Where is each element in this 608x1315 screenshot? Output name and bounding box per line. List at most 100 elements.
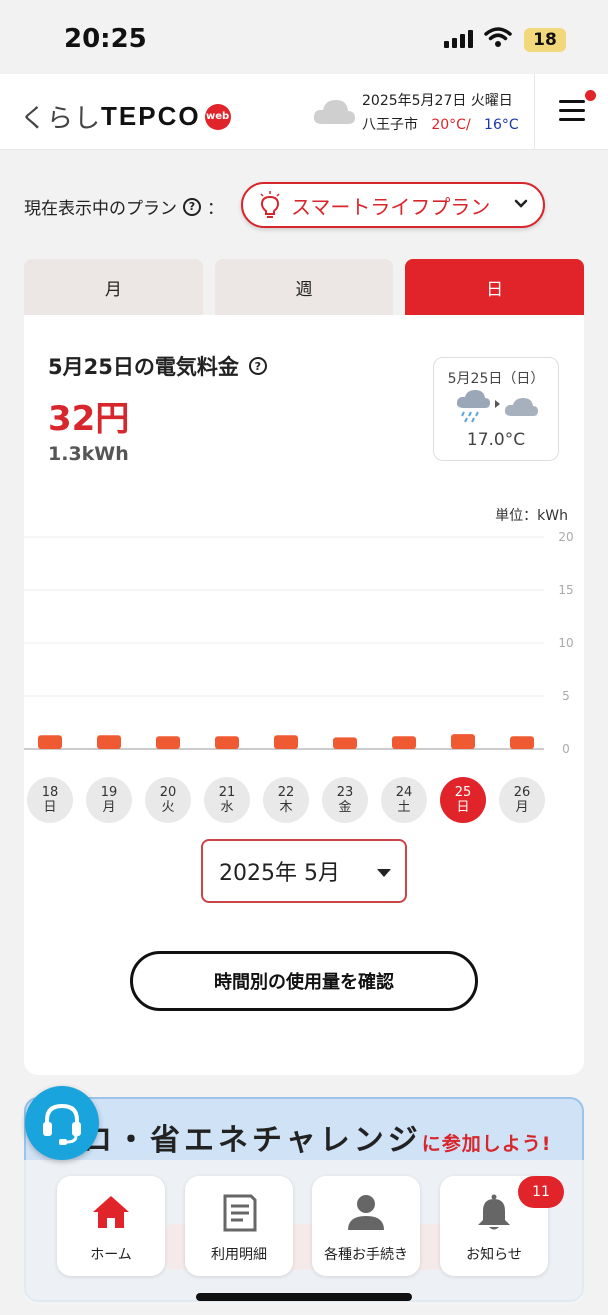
chart-y-tick-label: 15 [558,583,573,597]
day-button-20[interactable]: 20 火 [145,777,191,823]
nav-home-label: ホーム [90,1247,132,1263]
chart-unit-label: 単位：kWh [495,508,568,524]
day-button-26[interactable]: 26 月 [499,777,545,823]
home-icon [93,1196,129,1228]
menu-icon [559,100,585,103]
day-number: 21 [218,785,236,800]
chart-bar[interactable] [156,736,180,749]
headset-icon [43,1103,81,1145]
nav-statements-label: 利用明細 [211,1247,267,1263]
caret-down-icon [377,869,391,877]
status-bar: 20:25 18 [0,0,608,74]
day-button-22[interactable]: 22 木 [263,777,309,823]
chart-bar[interactable] [510,736,534,749]
day-number: 25 [454,785,472,800]
hourly-usage-button[interactable]: 時間別の使用量を確認 [130,951,478,1011]
day-button-18[interactable]: 18 日 [27,777,73,823]
chart-bar[interactable] [333,737,357,749]
cloud-icon [313,100,355,124]
tab-day[interactable]: 日 [405,259,585,315]
month-select-value: 2025年 5月 [219,861,340,886]
rain-cloud-icon [456,390,490,423]
day-number: 19 [100,785,118,800]
chart-bar[interactable] [451,734,475,749]
day-weekday: 月 [515,800,529,815]
chart-y-tick-label: 20 [558,530,573,544]
header-city: 八王子市 [362,117,418,133]
home-indicator [196,1293,412,1301]
cloud-icon [504,398,538,416]
banner-text: ロ・省エネチャレンジに参加しよう! [82,1123,552,1158]
tab-month[interactable]: 月 [24,259,203,315]
day-button-25[interactable]: 25 日 [440,777,486,823]
support-chat-button[interactable] [25,1086,99,1160]
day-weekday: 水 [220,800,234,815]
weather-box: 5月25日（日） 17.0°C [433,357,559,461]
plan-name: スマートライフプラン [291,194,491,219]
chart-bar[interactable] [97,735,121,749]
nav-notifications-label: お知らせ [466,1247,522,1263]
weather-icons [456,390,538,423]
current-plan-label: 現在表示中のプラン ? ： [24,197,224,219]
chevron-down-icon [514,199,528,208]
bill-title: 5月25日の電気料金 ? [48,351,267,381]
day-number: 24 [395,785,413,800]
day-weekday: 月 [102,800,116,815]
battery-indicator: 18 [524,28,566,52]
day-number: 23 [336,785,354,800]
header-temp-low: 16°C [484,117,519,133]
period-tabs: 月 週 日 [24,259,585,315]
logo-brand: TEPCO [101,101,201,131]
day-weekday: 木 [279,800,293,815]
help-icon[interactable]: ? [183,197,201,216]
logo-web-badge: web [204,103,231,130]
nav-home[interactable]: ホーム [57,1176,165,1276]
day-weekday: 金 [338,800,352,815]
chart-bar[interactable] [274,735,298,749]
nav-procedures[interactable]: 各種お手続き [312,1176,420,1276]
arrow-right-icon [495,400,500,408]
day-number: 18 [41,785,59,800]
day-number: 20 [159,785,177,800]
day-number: 22 [277,785,295,800]
chart-bar[interactable] [392,736,416,749]
usage-amount: 1.3kWh [48,443,129,465]
notification-dot [585,90,596,101]
weather-date: 5月25日（日） [447,371,545,387]
day-weekday: 日 [456,800,470,815]
status-time: 20:25 [64,24,147,54]
help-icon[interactable]: ? [248,357,267,375]
chart-bar[interactable] [215,736,239,749]
chart-y-tick-label: 5 [562,689,570,703]
weather-temp: 17.0°C [466,430,526,450]
day-selector: 18 日 19 月 20 火 21 水 22 木 23 金 24 土 25 日 26 月 [24,775,584,825]
bell-icon [478,1194,510,1230]
person-icon [348,1195,384,1230]
hamburger-menu-button[interactable] [534,74,608,150]
chart-bar[interactable] [38,735,62,749]
chart-y-tick-label: 10 [558,636,573,650]
day-number: 26 [513,785,531,800]
chart-y-tick-label: 0 [562,742,570,756]
tab-week[interactable]: 週 [214,259,394,315]
day-button-19[interactable]: 19 月 [86,777,132,823]
notification-count-badge: 11 [518,1176,564,1208]
day-button-24[interactable]: 24 土 [381,777,427,823]
logo-prefix: くらし [20,103,102,133]
app-header: くらし TEPCO web 2025年5月27日 火曜日 八王子市 20°C/ … [0,74,608,150]
nav-statements[interactable]: 利用明細 [185,1176,293,1276]
day-button-23[interactable]: 23 金 [322,777,368,823]
bill-amount: 32円 [48,399,130,439]
nav-procedures-label: 各種お手続き [324,1247,408,1263]
document-icon [223,1194,257,1232]
tepco-logo[interactable]: くらし TEPCO web [20,98,231,135]
plan-selector-button[interactable]: スマートライフプラン [241,182,545,228]
wifi-icon [484,27,512,47]
cellular-signal-icon [444,30,473,48]
month-select[interactable]: 2025年 5月 [201,839,407,903]
usage-card: 5月25日の電気料金 ? 32円 1.3kWh 5月25日（日） 17.0°C … [24,315,584,1075]
day-button-21[interactable]: 21 水 [204,777,250,823]
day-weekday: 土 [397,800,411,815]
day-weekday: 火 [161,800,175,815]
day-weekday: 日 [43,800,57,815]
